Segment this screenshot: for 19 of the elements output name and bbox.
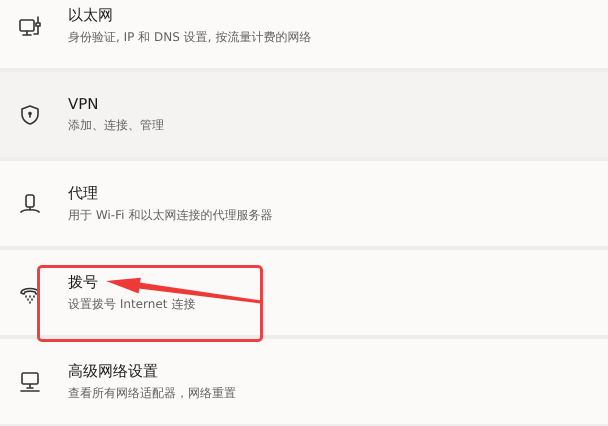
- device-icon: [18, 192, 42, 216]
- item-title: VPN: [68, 95, 100, 113]
- monitor-icon: [18, 14, 42, 38]
- item-subtitle: 添加、连接、管理: [68, 117, 164, 134]
- item-subtitle: 用于 Wi-Fi 和以太网连接的代理服务器: [68, 206, 272, 224]
- item-subtitle: 查看所有网络适配器，网络重置: [68, 384, 236, 402]
- settings-item[interactable]: 以太网 身份验证, IP 和 DNS 设置, 按流量计费的网络: [0, 0, 608, 68]
- settings-item[interactable]: 代理 用于 Wi-Fi 和以太网连接的代理服务器: [0, 161, 608, 246]
- item-title: 以太网: [68, 6, 114, 24]
- item-title: 高级网络设置: [68, 362, 159, 380]
- shield-icon: [18, 102, 42, 126]
- item-subtitle: 设置拨号 Internet 连接: [68, 296, 196, 312]
- settings-item[interactable]: 拨号 设置拨号 Internet 连接: [0, 250, 608, 335]
- settings-item[interactable]: VPN 添加、连接、管理: [0, 72, 608, 157]
- settings-item[interactable]: 高级网络设置 查看所有网络适配器，网络重置: [0, 339, 608, 424]
- item-subtitle: 身份验证, IP 和 DNS 设置, 按流量计费的网络: [68, 28, 312, 46]
- item-title: 拨号: [68, 272, 99, 292]
- monitor-icon: [18, 370, 42, 394]
- item-title: 代理: [68, 184, 99, 202]
